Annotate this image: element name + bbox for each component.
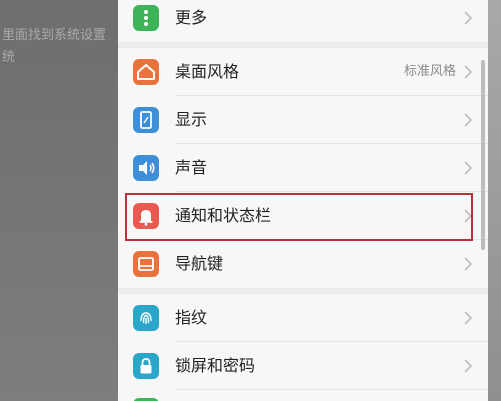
settings-card-top: 更多 [118,0,488,42]
settings-item-label: 指纹 [175,308,208,327]
chevron-right-icon [464,359,473,373]
settings-item-label: 桌面风格 [175,62,240,81]
home-icon [133,59,159,85]
chevron-right-icon [464,257,473,271]
chevron-right-icon [464,65,473,79]
scrollbar[interactable] [481,60,485,250]
fingerprint-icon [133,305,159,331]
highlight-box [125,193,473,241]
background-page-right [488,0,501,401]
chevron-right-icon [464,311,473,325]
settings-item-value: 标准风格 [403,64,456,79]
display-icon [133,107,159,133]
settings-item-partial[interactable] [118,390,488,401]
chevron-right-icon [464,11,473,25]
settings-item-label: 显示 [175,110,208,129]
settings-item-fingerprint[interactable]: 指纹 [118,294,488,342]
background-page-left: 里面找到系统设置 统 [0,0,118,401]
settings-item-sound[interactable]: 声音 [118,144,488,192]
background-text-line1: 里面找到系统设置 [2,28,107,43]
settings-item-label: 声音 [175,158,208,177]
settings-card-group1: 桌面风格 标准风格 显示 声音 通知和状态栏 导航键 [118,48,488,288]
settings-card-group2: 指纹 锁屏和密码 [118,294,488,401]
settings-item-more[interactable]: 更多 [118,0,488,42]
more-icon [133,5,159,31]
settings-item-desktop-style[interactable]: 桌面风格 标准风格 [118,48,488,96]
settings-item-lockscreen[interactable]: 锁屏和密码 [118,342,488,390]
speaker-icon [133,155,159,181]
settings-item-display[interactable]: 显示 [118,96,488,144]
settings-item-label: 锁屏和密码 [175,356,256,375]
background-text-line2: 统 [2,50,16,65]
chevron-right-icon [464,113,473,127]
settings-item-navigation-keys[interactable]: 导航键 [118,240,488,288]
settings-item-label: 导航键 [175,254,224,273]
settings-item-label: 更多 [175,8,208,27]
navigation-icon [133,251,159,277]
lock-icon [133,353,159,379]
chevron-right-icon [464,161,473,175]
